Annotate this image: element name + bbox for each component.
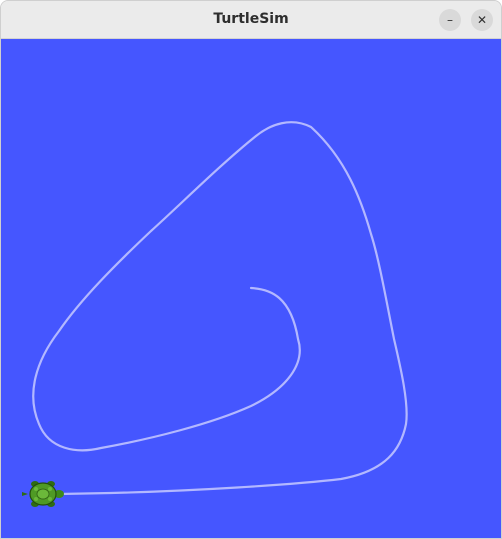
turtle-shell-spot — [48, 497, 52, 501]
close-icon: ✕ — [476, 13, 488, 27]
turtle-shell-center — [36, 488, 50, 500]
window-title: TurtleSim — [213, 11, 289, 27]
turtle-shell-spot — [34, 497, 38, 501]
turtlesim-window: TurtleSim – ✕ — [0, 0, 502, 539]
close-button[interactable]: ✕ — [471, 9, 493, 31]
title-bar[interactable]: TurtleSim – ✕ — [1, 1, 501, 39]
minimize-icon: – — [447, 13, 453, 27]
turtle-canvas-svg — [1, 39, 501, 538]
minimize-button[interactable]: – — [439, 9, 461, 31]
turtle-shell-spot — [34, 487, 38, 491]
turtle-shell-spot — [48, 487, 52, 491]
turtle-canvas — [1, 39, 501, 538]
